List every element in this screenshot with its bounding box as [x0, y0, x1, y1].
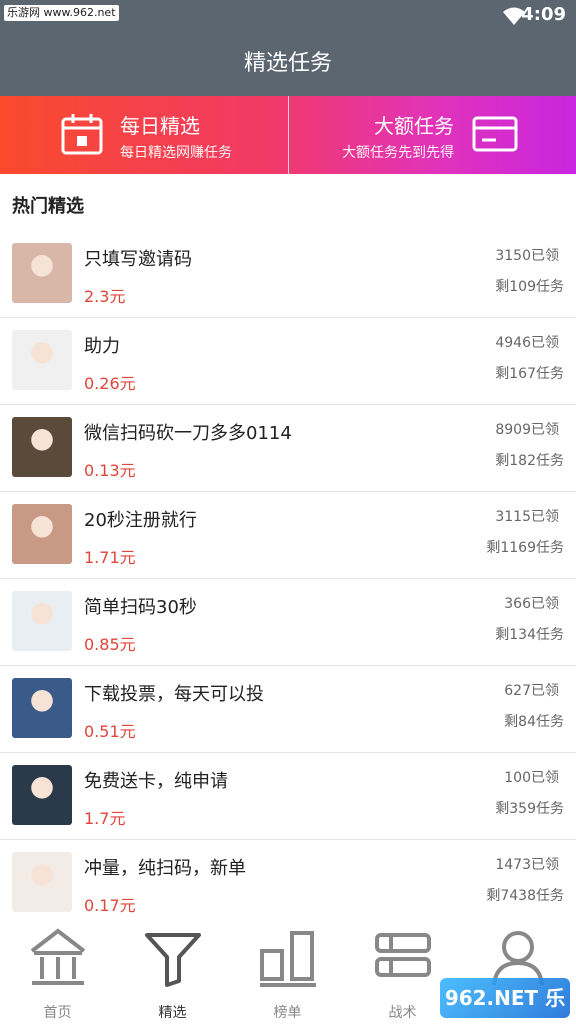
task-price: 2.3元 [84, 287, 126, 306]
tab-label: 首页 [43, 1005, 72, 1021]
task-name: 简单扫码30秒 [84, 597, 197, 618]
task-name: 免费送卡，纯申请 [84, 771, 228, 792]
daily-picks-subtitle: 每日精选网赚任务 [120, 145, 232, 161]
calendar-icon [60, 112, 104, 160]
task-remaining: 剩134任务 [495, 627, 564, 643]
task-price: 0.17元 [84, 896, 136, 915]
task-name: 冲量，纯扫码，新单 [84, 858, 246, 879]
task-row[interactable]: 简单扫码30秒 0.85元 366已领 剩134任务 [0, 579, 576, 666]
task-price: 0.26元 [84, 374, 136, 393]
task-row[interactable]: 冲量，纯扫码，新单 0.17元 1473已领 剩7438任务 [0, 840, 576, 919]
task-price: 0.13元 [84, 461, 136, 480]
clock: 4:09 [521, 4, 566, 25]
task-price: 0.85元 [84, 635, 136, 654]
big-tasks-title: 大额任务 [374, 114, 454, 138]
task-row[interactable]: 免费送卡，纯申请 1.7元 100已领 剩359任务 [0, 753, 576, 840]
tab-featured[interactable]: 精选 [115, 919, 230, 1024]
task-row[interactable]: 只填写邀请码 2.3元 3150已领 剩109任务 [0, 231, 576, 318]
daily-picks-button[interactable]: 每日精选 每日精选网赚任务 [0, 96, 288, 174]
task-remaining: 剩1169任务 [486, 540, 564, 556]
tab-label: 榜单 [273, 1005, 302, 1021]
ranking-icon [258, 927, 318, 989]
task-name: 下载投票，每天可以投 [84, 684, 264, 705]
task-row[interactable]: 助力 0.26元 4946已领 剩167任务 [0, 318, 576, 405]
daily-picks-title: 每日精选 [120, 114, 200, 138]
big-tasks-subtitle: 大额任务先到先得 [342, 145, 454, 161]
task-avatar [12, 504, 72, 564]
task-name: 微信扫码砍一刀多多0114 [84, 423, 292, 444]
task-remaining: 剩182任务 [495, 453, 564, 469]
task-claimed: 1473已领 [495, 857, 559, 873]
task-name: 只填写邀请码 [84, 249, 192, 270]
task-claimed: 3150已领 [495, 248, 559, 264]
banner: 每日精选 每日精选网赚任务 大额任务 大额任务先到先得 [0, 96, 576, 174]
task-claimed: 8909已领 [495, 422, 559, 438]
section-title: 热门精选 [12, 196, 84, 217]
task-claimed: 3115已领 [495, 509, 559, 525]
task-avatar [12, 591, 72, 651]
task-price: 0.51元 [84, 722, 136, 741]
task-remaining: 剩359任务 [495, 801, 564, 817]
tab-label: 精选 [158, 1005, 187, 1021]
task-remaining: 剩109任务 [495, 279, 564, 295]
task-avatar [12, 330, 72, 390]
task-list: 只填写邀请码 2.3元 3150已领 剩109任务 助力 0.26元 4946已… [0, 231, 576, 919]
task-avatar [12, 765, 72, 825]
task-remaining: 剩7438任务 [486, 888, 564, 904]
big-tasks-button[interactable]: 大额任务 大额任务先到先得 [288, 96, 576, 174]
task-claimed: 100已领 [504, 770, 559, 786]
task-avatar [12, 678, 72, 738]
corner-watermark: 962.NET 乐游网 [440, 978, 570, 1018]
tab-ranking[interactable]: 榜单 [230, 919, 345, 1024]
task-row[interactable]: 微信扫码砍一刀多多0114 0.13元 8909已领 剩182任务 [0, 405, 576, 492]
card-icon [472, 112, 518, 160]
filter-icon [143, 927, 203, 989]
task-name: 助力 [84, 336, 120, 357]
home-icon [28, 927, 88, 989]
task-remaining: 剩167任务 [495, 366, 564, 382]
task-avatar [12, 243, 72, 303]
task-claimed: 4946已领 [495, 335, 559, 351]
tab-home[interactable]: 首页 [0, 919, 115, 1024]
task-row[interactable]: 下载投票，每天可以投 0.51元 627已领 剩84任务 [0, 666, 576, 753]
bottom-tab-bar: 首页 精选 榜单 战术 962.NET 乐 [0, 919, 576, 1024]
task-claimed: 627已领 [504, 683, 559, 699]
status-bar: 乐游网 www.962.net 4:09 [0, 0, 576, 32]
task-name: 20秒注册就行 [84, 510, 197, 531]
task-avatar [12, 417, 72, 477]
tactics-icon [373, 927, 433, 989]
task-price: 1.71元 [84, 548, 136, 567]
page-title: 精选任务 [0, 32, 576, 96]
watermark-label: 乐游网 www.962.net [4, 5, 119, 21]
task-price: 1.7元 [84, 809, 126, 828]
task-row[interactable]: 20秒注册就行 1.71元 3115已领 剩1169任务 [0, 492, 576, 579]
task-claimed: 366已领 [504, 596, 559, 612]
task-avatar [12, 852, 72, 912]
task-remaining: 剩84任务 [504, 714, 564, 730]
